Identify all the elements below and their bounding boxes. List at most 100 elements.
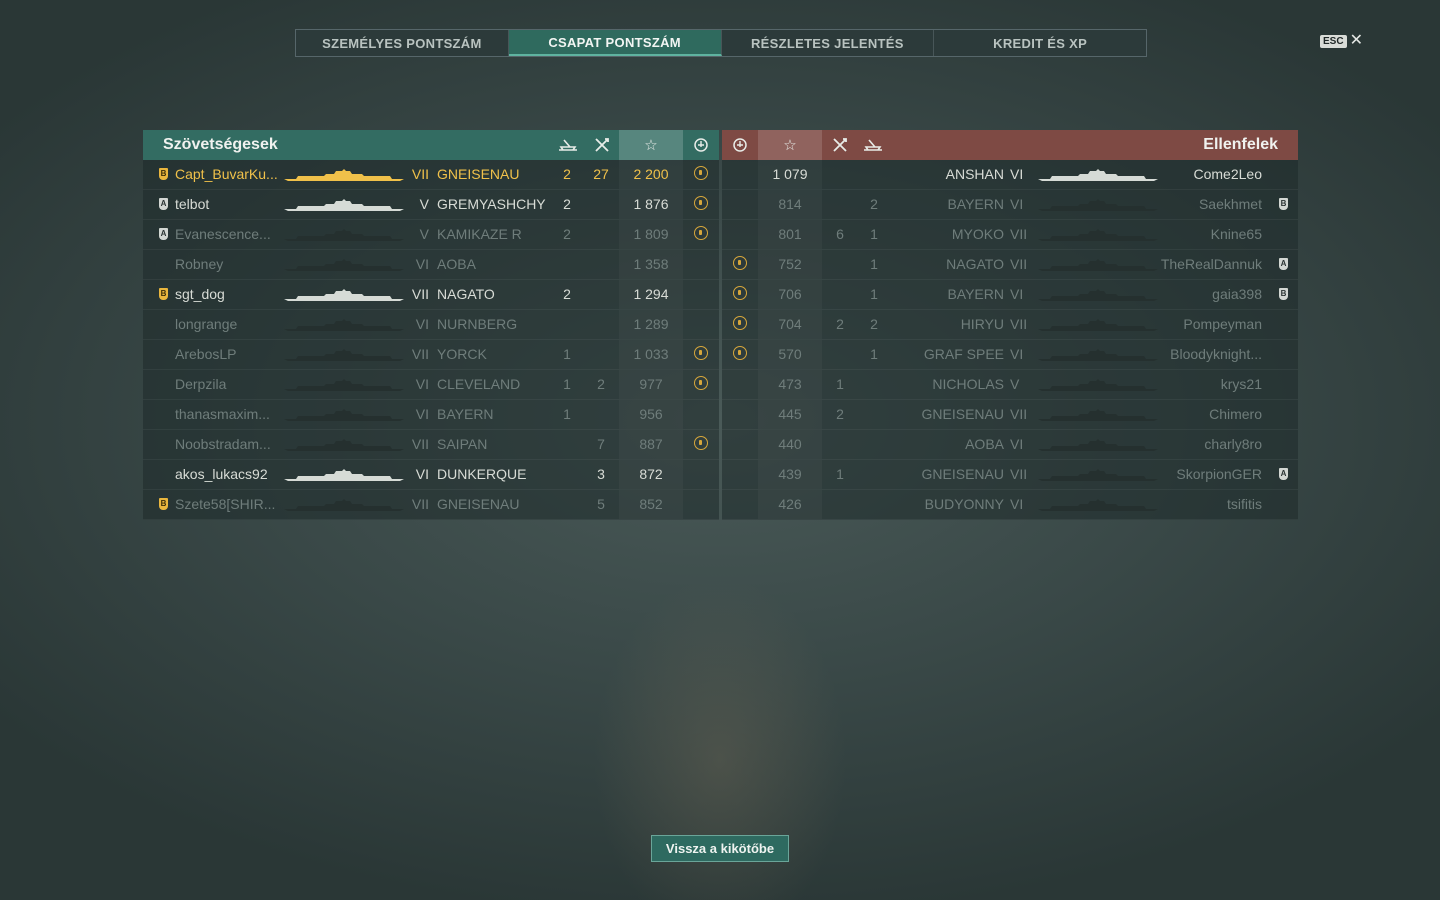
kills-icon <box>826 130 854 160</box>
ships-sunk-value: 2 <box>563 226 571 242</box>
enemy-player-row[interactable]: 440 AOBA VI charly8ro <box>722 430 1298 460</box>
player-name: Come2Leo <box>1193 166 1263 182</box>
ship-silhouette <box>1038 259 1158 271</box>
ship-tier: VII <box>411 496 429 512</box>
ship-silhouette <box>284 229 404 241</box>
enemy-player-row[interactable]: 473 1 NICHOLAS Vkrys21 <box>722 370 1298 400</box>
score-value: 1 358 <box>633 256 669 272</box>
ally-player-row[interactable]: akos_lukacs92 VI DUNKERQUE 3 872 <box>143 460 719 490</box>
kills-value: 7 <box>597 436 605 452</box>
kills-value: 5 <box>597 496 605 512</box>
ship-tier: VI <box>1010 346 1024 362</box>
score-value: 706 <box>778 286 802 302</box>
score-value: 445 <box>778 406 802 422</box>
ship-tier: V <box>1010 376 1020 392</box>
ships-sunk-value: 1 <box>870 346 878 362</box>
close-button[interactable]: ESC ✕ <box>1320 33 1363 49</box>
enemies-panel: ☆ Ellenfelek 1 079 ANSHAN VI Come2Leo 814 2 BA… <box>722 130 1298 520</box>
ship-tier: VII <box>1010 316 1028 332</box>
medal-icon <box>733 316 747 330</box>
ship-name: NICHOLAS <box>932 376 1004 392</box>
ship-silhouette <box>1038 349 1158 361</box>
tab-team-score[interactable]: CSAPAT PONTSZÁM <box>508 30 722 56</box>
ship-name: MYOKO <box>951 226 1004 242</box>
enemy-player-row[interactable]: 752 1 NAGATO VII TheRealDannuk A <box>722 250 1298 280</box>
ship-tier: VII <box>1010 466 1028 482</box>
score-value: 704 <box>778 316 802 332</box>
score-value: 2 200 <box>633 166 669 182</box>
ship-tier: VII <box>1010 406 1028 422</box>
player-name: Derpzila <box>175 376 227 392</box>
enemy-player-row[interactable]: 704 2 2 HIRYU VII Pompeyman <box>722 310 1298 340</box>
enemy-player-row[interactable]: 814 2 BAYERN VI Saekhmet B <box>722 190 1298 220</box>
ship-name: GREMYASHCHY <box>437 196 546 212</box>
ship-silhouette <box>284 409 404 421</box>
enemy-player-row[interactable]: 426 BUDYONNY VI tsifitis <box>722 490 1298 520</box>
ally-player-row[interactable]: B Szete58[SHIR... VII GNEISENAU 5 852 <box>143 490 719 520</box>
tab-personal-score[interactable]: SZEMÉLYES PONTSZÁM <box>296 30 509 56</box>
ally-player-row[interactable]: Bsgt_dog VII NAGATO 2 1 294 <box>143 280 719 310</box>
ships-sunk-value: 1 <box>870 286 878 302</box>
ship-tier: VII <box>1010 256 1028 272</box>
tab-detailed-report[interactable]: RÉSZLETES JELENTÉS <box>722 30 935 56</box>
ship-silhouette <box>284 319 404 331</box>
ally-player-row[interactable]: longrange VI NURNBERG 1 289 <box>143 310 719 340</box>
ship-silhouette <box>1038 409 1158 421</box>
score-value: 1 033 <box>633 346 669 362</box>
score-value: 1 289 <box>633 316 669 332</box>
medal-icon <box>694 436 708 450</box>
ally-player-row[interactable]: thanasmaxim... VI BAYERN 1 956 <box>143 400 719 430</box>
ship-tier: VII <box>411 286 429 302</box>
enemy-player-row[interactable]: 570 1 GRAF SPEE VI Bloodyknight... <box>722 340 1298 370</box>
ships-sunk-value: 2 <box>563 286 571 302</box>
ally-player-row[interactable]: Atelbot V GREMYASHCHY 2 1 876 <box>143 190 719 220</box>
enemy-player-row[interactable]: 439 1 GNEISENAU VII SkorpionGER A <box>722 460 1298 490</box>
ship-name: GRAF SPEE <box>923 346 1004 362</box>
division-badge: B <box>1279 198 1288 210</box>
ally-player-row[interactable]: B Capt_BuvarKu... VII GNEISENAU 2 27 2 200 <box>143 160 719 190</box>
ship-silhouette <box>284 349 404 361</box>
ship-name: NAGATO <box>437 286 495 302</box>
ship-name: BAYERN <box>947 286 1004 302</box>
score-value: 752 <box>778 256 802 272</box>
ship-name: DUNKERQUE <box>437 466 527 482</box>
ship-tier: VI <box>415 406 429 422</box>
medal-icon <box>733 256 747 270</box>
medal-icon <box>694 196 708 210</box>
ship-sunk-icon <box>553 130 583 160</box>
ship-name: HIRYU <box>960 316 1004 332</box>
ship-silhouette <box>284 379 404 391</box>
player-name: Knine65 <box>1210 226 1262 242</box>
enemy-player-row[interactable]: 1 079 ANSHAN VI Come2Leo <box>722 160 1298 190</box>
ship-tier: VII <box>411 436 429 452</box>
ship-name: YORCK <box>437 346 487 362</box>
player-name: TheRealDannuk <box>1160 256 1262 272</box>
ship-silhouette <box>1038 229 1158 241</box>
score-value: 1 809 <box>633 226 669 242</box>
ally-player-row[interactable]: Robney VI AOBA 1 358 <box>143 250 719 280</box>
player-name: sgt_dog <box>175 286 225 302</box>
ship-name: SAIPAN <box>437 436 488 452</box>
tab-credits-xp[interactable]: KREDIT ÉS XP <box>934 30 1146 56</box>
ship-silhouette <box>1038 169 1158 181</box>
ally-player-row[interactable]: Noobstradam... VII SAIPAN 7 887 <box>143 430 719 460</box>
ship-silhouette <box>284 439 404 451</box>
ally-player-row[interactable]: A Evanescence... V KAMIKAZE R 2 1 809 <box>143 220 719 250</box>
ship-silhouette <box>284 259 404 271</box>
ally-player-row[interactable]: Derpzila VI CLEVELAND 1 2 977 <box>143 370 719 400</box>
ship-tier: VI <box>1010 286 1024 302</box>
ship-sunk-icon <box>858 130 888 160</box>
enemies-list: 1 079 ANSHAN VI Come2Leo 814 2 BAYERN VI Saekhme… <box>722 160 1298 520</box>
player-name: longrange <box>175 316 238 332</box>
kills-value: 27 <box>593 166 609 182</box>
division-badge: B <box>1279 288 1288 300</box>
enemy-player-row[interactable]: 801 6 1 MYOKO VII Knine65 <box>722 220 1298 250</box>
enemy-player-row[interactable]: 445 2 GNEISENAU VII Chimero <box>722 400 1298 430</box>
enemy-player-row[interactable]: 706 1 BAYERN VI gaia398 B <box>722 280 1298 310</box>
back-to-port-button[interactable]: Vissza a kikötőbe <box>651 835 789 862</box>
ship-name: AOBA <box>437 256 476 272</box>
ship-silhouette <box>284 169 404 181</box>
division-badge: A <box>1279 258 1288 270</box>
kills-icon <box>588 130 616 160</box>
ally-player-row[interactable]: ArebosLP VII YORCK 1 1 033 <box>143 340 719 370</box>
